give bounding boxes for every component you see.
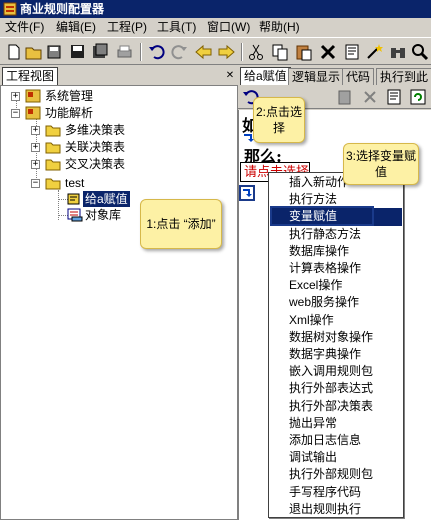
delete-icon[interactable] bbox=[318, 42, 338, 62]
delete-icon[interactable] bbox=[360, 87, 380, 107]
context-menu-item[interactable]: 执行外部决策表 bbox=[270, 398, 402, 415]
tree-item-related[interactable]: + 关联决策表 bbox=[1, 139, 237, 155]
back-icon[interactable] bbox=[194, 42, 214, 62]
tree-label: 功能解析 bbox=[45, 106, 94, 120]
context-menu-item[interactable]: 执行静态方法 bbox=[270, 226, 402, 243]
open-icon[interactable] bbox=[24, 42, 44, 62]
context-menu-item[interactable]: Excel操作 bbox=[270, 277, 402, 294]
context-menu-item[interactable]: 数据字典操作 bbox=[270, 346, 402, 363]
forward-icon[interactable] bbox=[216, 42, 236, 62]
left-tab-bar: 工程视图 bbox=[0, 67, 238, 85]
context-menu-item[interactable]: 嵌入调用规则包 bbox=[270, 363, 402, 380]
annotation-step2: 2:点击选择 bbox=[253, 97, 305, 143]
tree-label: 对象库 bbox=[85, 208, 122, 222]
window-title: 商业规则配置器 bbox=[20, 2, 105, 16]
tab-run-to-here[interactable]: 执行到此 bbox=[376, 68, 431, 85]
context-menu-item[interactable]: 计算表格操作 bbox=[270, 260, 402, 277]
tree-item-system[interactable]: + 系统管理 bbox=[1, 88, 237, 104]
menu-file[interactable]: 文件(F) bbox=[5, 20, 44, 34]
tree-item-multi[interactable]: + 多维决策表 bbox=[1, 122, 237, 138]
tab-code[interactable]: 代码 bbox=[342, 68, 375, 85]
tree-item-cross[interactable]: + 交叉决策表 bbox=[1, 156, 237, 172]
tree-label: 多维决策表 bbox=[65, 123, 126, 137]
tree-label: test bbox=[65, 176, 85, 190]
main-toolbar bbox=[0, 37, 431, 65]
context-menu-item[interactable]: 调试输出 bbox=[270, 449, 402, 466]
menu-bar: 文件(F) 编辑(E) 工程(P) 工具(T) 窗口(W) 帮助(H) bbox=[0, 18, 431, 36]
properties-icon[interactable] bbox=[342, 42, 362, 62]
tree-label-selected: 给a赋值 bbox=[83, 191, 130, 207]
tree-label: 交叉决策表 bbox=[65, 157, 126, 171]
module-icon bbox=[25, 89, 41, 103]
collapse-icon[interactable]: − bbox=[31, 179, 40, 188]
binoculars-icon[interactable] bbox=[388, 42, 408, 62]
object-library-icon bbox=[67, 208, 83, 222]
app-icon bbox=[3, 2, 17, 16]
save-icon[interactable] bbox=[44, 42, 64, 62]
menu-project[interactable]: 工程(P) bbox=[107, 20, 147, 34]
editor-tab-bar: 给a赋值 逻辑显示 代码 执行到此 bbox=[238, 67, 431, 85]
expand-icon[interactable]: + bbox=[31, 160, 40, 169]
new-icon[interactable] bbox=[4, 42, 24, 62]
expand-icon[interactable]: + bbox=[11, 92, 20, 101]
context-menu-item[interactable]: 抛出异常 bbox=[270, 415, 402, 432]
add-button-highlight bbox=[239, 185, 255, 201]
folder-icon bbox=[45, 176, 61, 190]
properties-icon[interactable] bbox=[384, 87, 404, 107]
rule-icon bbox=[67, 192, 83, 206]
module-icon bbox=[25, 106, 41, 120]
paste-icon[interactable] bbox=[294, 42, 314, 62]
tree-label: 关联决策表 bbox=[65, 140, 126, 154]
find-icon[interactable] bbox=[410, 42, 430, 62]
wand-icon[interactable] bbox=[364, 42, 384, 62]
paste-icon[interactable] bbox=[336, 87, 356, 107]
refresh-icon[interactable] bbox=[408, 87, 428, 107]
save-as-icon[interactable] bbox=[90, 42, 110, 62]
tab-project-view[interactable]: 工程视图 bbox=[2, 67, 59, 85]
copy-icon[interactable] bbox=[270, 42, 290, 62]
folder-icon bbox=[45, 123, 61, 137]
context-menu-item[interactable]: 添加日志信息 bbox=[270, 432, 402, 449]
context-menu-item[interactable]: 数据树对象操作 bbox=[270, 329, 402, 346]
context-menu-item[interactable]: 执行外部规则包 bbox=[270, 466, 402, 483]
folder-icon bbox=[45, 140, 61, 154]
context-menu-item[interactable]: 执行外部表达式 bbox=[270, 380, 402, 397]
expand-icon[interactable]: + bbox=[31, 126, 40, 135]
print-icon[interactable] bbox=[114, 42, 134, 62]
menu-item-highlight bbox=[270, 206, 374, 226]
menu-tools[interactable]: 工具(T) bbox=[157, 20, 196, 34]
expand-icon[interactable]: + bbox=[31, 143, 40, 152]
menu-edit[interactable]: 编辑(E) bbox=[56, 20, 96, 34]
tree-item-function[interactable]: − 功能解析 bbox=[1, 105, 237, 121]
title-bar: 商业规则配置器 bbox=[0, 0, 431, 18]
folder-icon bbox=[45, 157, 61, 171]
context-menu-item[interactable]: web服务操作 bbox=[270, 294, 402, 311]
tab-logic-view[interactable]: 逻辑显示 bbox=[288, 68, 345, 85]
undo-icon[interactable] bbox=[146, 42, 166, 62]
project-tree: + 系统管理 − 功能解析 + 多维决策表 + 关联决策表 + 交叉决策表 − … bbox=[0, 85, 238, 520]
close-icon[interactable]: ✕ bbox=[224, 70, 236, 82]
cut-icon[interactable] bbox=[246, 42, 266, 62]
annotation-step1: 1:点击 “添加” bbox=[140, 199, 222, 249]
tree-item-test[interactable]: − test bbox=[1, 175, 237, 191]
menu-window[interactable]: 窗口(W) bbox=[207, 20, 250, 34]
toolbar-separator bbox=[241, 43, 243, 61]
annotation-step3: 3:选择变量赋值 bbox=[343, 143, 419, 185]
tree-label: 系统管理 bbox=[45, 89, 94, 103]
context-menu-item[interactable]: Xml操作 bbox=[270, 312, 402, 329]
save-all-icon[interactable] bbox=[68, 42, 88, 62]
tab-assign[interactable]: 给a赋值 bbox=[240, 67, 291, 85]
menu-help[interactable]: 帮助(H) bbox=[259, 20, 300, 34]
context-menu-item[interactable]: 手写程序代码 bbox=[270, 484, 402, 501]
context-menu-item[interactable]: 数据库操作 bbox=[270, 243, 402, 260]
context-menu-item[interactable]: 退出规则执行 bbox=[270, 501, 402, 518]
redo-icon[interactable] bbox=[170, 42, 190, 62]
collapse-icon[interactable]: − bbox=[11, 109, 20, 118]
toolbar-separator bbox=[140, 43, 142, 61]
